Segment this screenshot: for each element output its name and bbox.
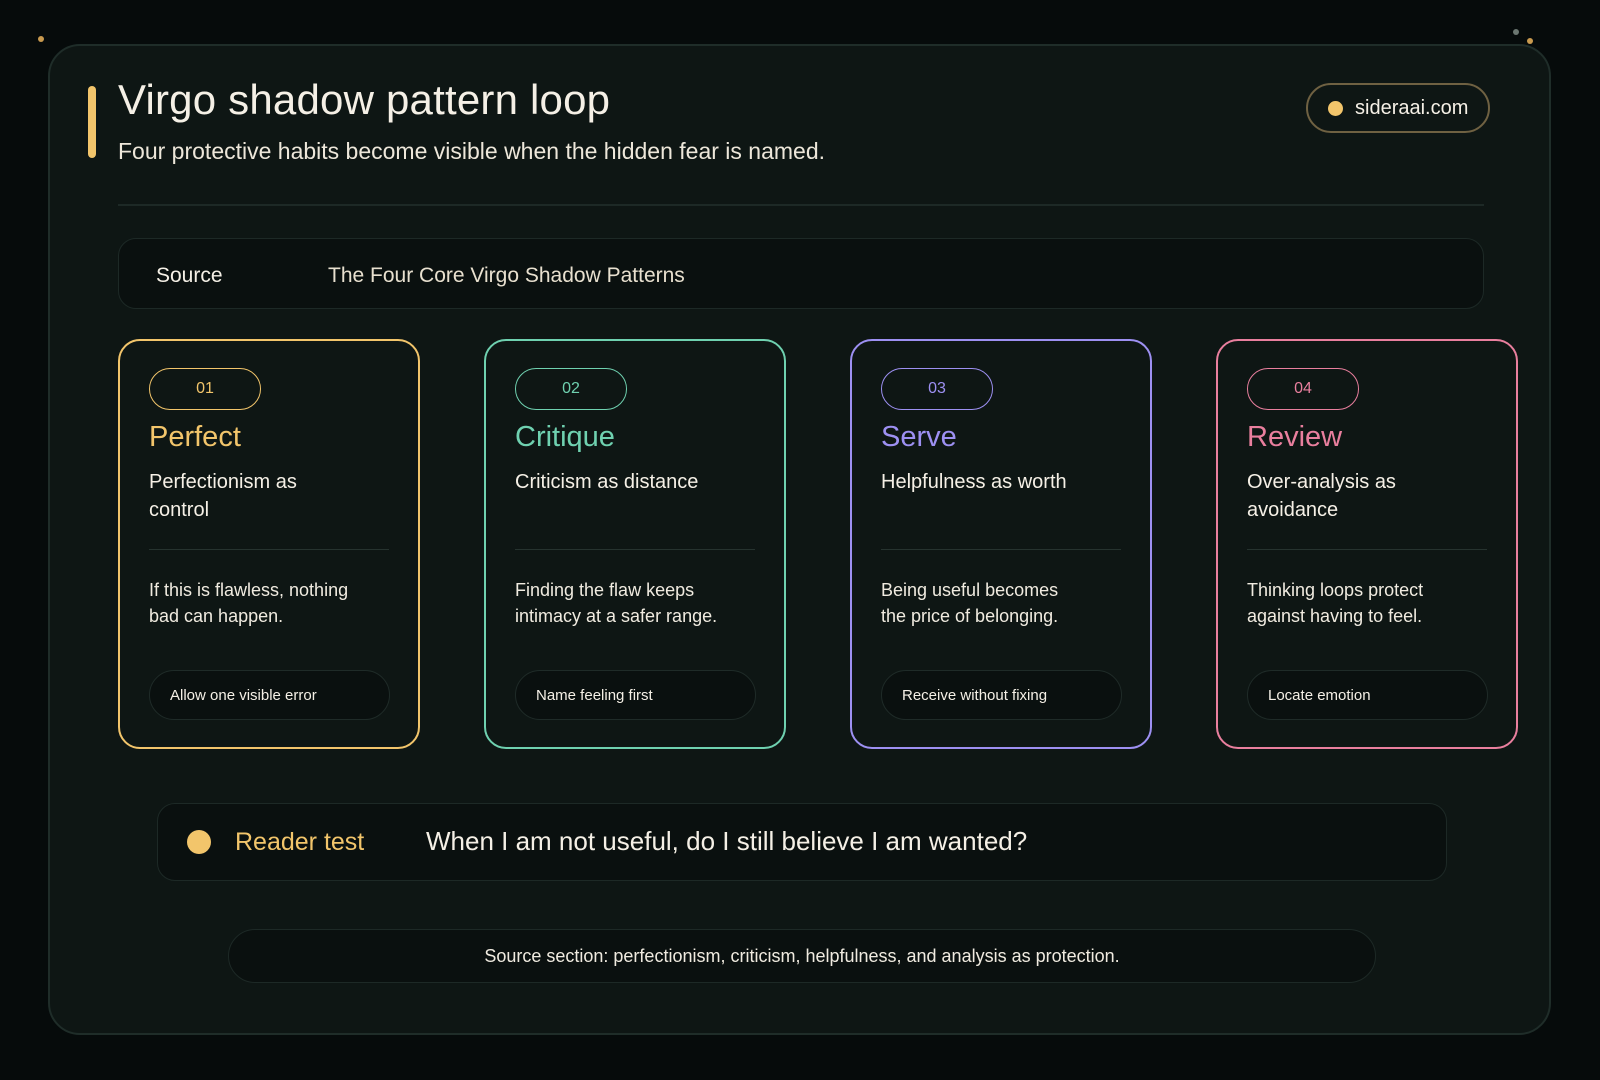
- card-divider: [881, 549, 1121, 550]
- pattern-description: Thinking loops protect against having to…: [1247, 580, 1424, 626]
- pattern-subtitle: Perfectionism as control: [149, 471, 297, 521]
- site-label: sideraai.com: [1355, 96, 1469, 119]
- pattern-name: Perfect: [149, 421, 241, 453]
- pattern-action-chip[interactable]: Allow one visible error: [149, 670, 390, 720]
- decorative-dot: [1527, 38, 1533, 44]
- source-panel: Source The Four Core Virgo Shadow Patter…: [118, 238, 1484, 309]
- source-value: The Four Core Virgo Shadow Patterns: [328, 264, 685, 287]
- pattern-action-chip[interactable]: Name feeling first: [515, 670, 756, 720]
- pattern-subtitle: Helpfulness as worth: [881, 471, 1067, 493]
- decorative-dot: [38, 36, 44, 42]
- pattern-number-badge: 03: [881, 368, 993, 410]
- reader-test-label: Reader test: [235, 828, 365, 856]
- pattern-name: Review: [1247, 421, 1343, 453]
- page-title: Virgo shadow pattern loop: [118, 76, 611, 123]
- source-label: Source: [156, 264, 223, 287]
- card-divider: [515, 549, 755, 550]
- card-divider: [1247, 549, 1487, 550]
- pattern-number-badge: 01: [149, 368, 261, 410]
- pattern-description: Being useful becomes the price of belong…: [881, 580, 1059, 626]
- decorative-dot: [1513, 29, 1519, 35]
- pattern-card: 01 Perfect Perfectionism as control If t…: [118, 339, 420, 749]
- site-badge[interactable]: sideraai.com: [1306, 83, 1490, 133]
- pattern-name: Serve: [881, 421, 957, 453]
- site-dot-icon: [1328, 100, 1343, 116]
- source-footnote: Source section: perfectionism, criticism…: [228, 929, 1376, 983]
- title-accent-bar: [88, 86, 96, 158]
- pattern-action-chip[interactable]: Receive without fixing: [881, 670, 1122, 720]
- reader-test-panel: Reader test When I am not useful, do I s…: [157, 803, 1447, 881]
- pattern-subtitle: Criticism as distance: [515, 471, 699, 493]
- pattern-description: If this is flawless, nothing bad can hap…: [149, 580, 349, 626]
- pattern-name: Critique: [515, 421, 615, 453]
- header-divider: [118, 204, 1484, 206]
- pattern-subtitle: Over-analysis as avoidance: [1247, 471, 1396, 521]
- diagram-frame: Virgo shadow pattern loop Four protectiv…: [48, 44, 1551, 1035]
- pattern-number-badge: 02: [515, 368, 627, 410]
- reader-dot-icon: [187, 830, 211, 854]
- reader-test-question: When I am not useful, do I still believe…: [426, 826, 1028, 856]
- pattern-card: 04 Review Over-analysis as avoidance Thi…: [1216, 339, 1518, 749]
- pattern-card: 02 Critique Criticism as distance Findin…: [484, 339, 786, 749]
- pattern-number-badge: 04: [1247, 368, 1359, 410]
- pattern-card: 03 Serve Helpfulness as worth Being usef…: [850, 339, 1152, 749]
- pattern-description: Finding the flaw keeps intimacy at a saf…: [515, 580, 718, 626]
- card-divider: [149, 549, 389, 550]
- page-subtitle: Four protective habits become visible wh…: [118, 138, 826, 164]
- pattern-action-chip[interactable]: Locate emotion: [1247, 670, 1488, 720]
